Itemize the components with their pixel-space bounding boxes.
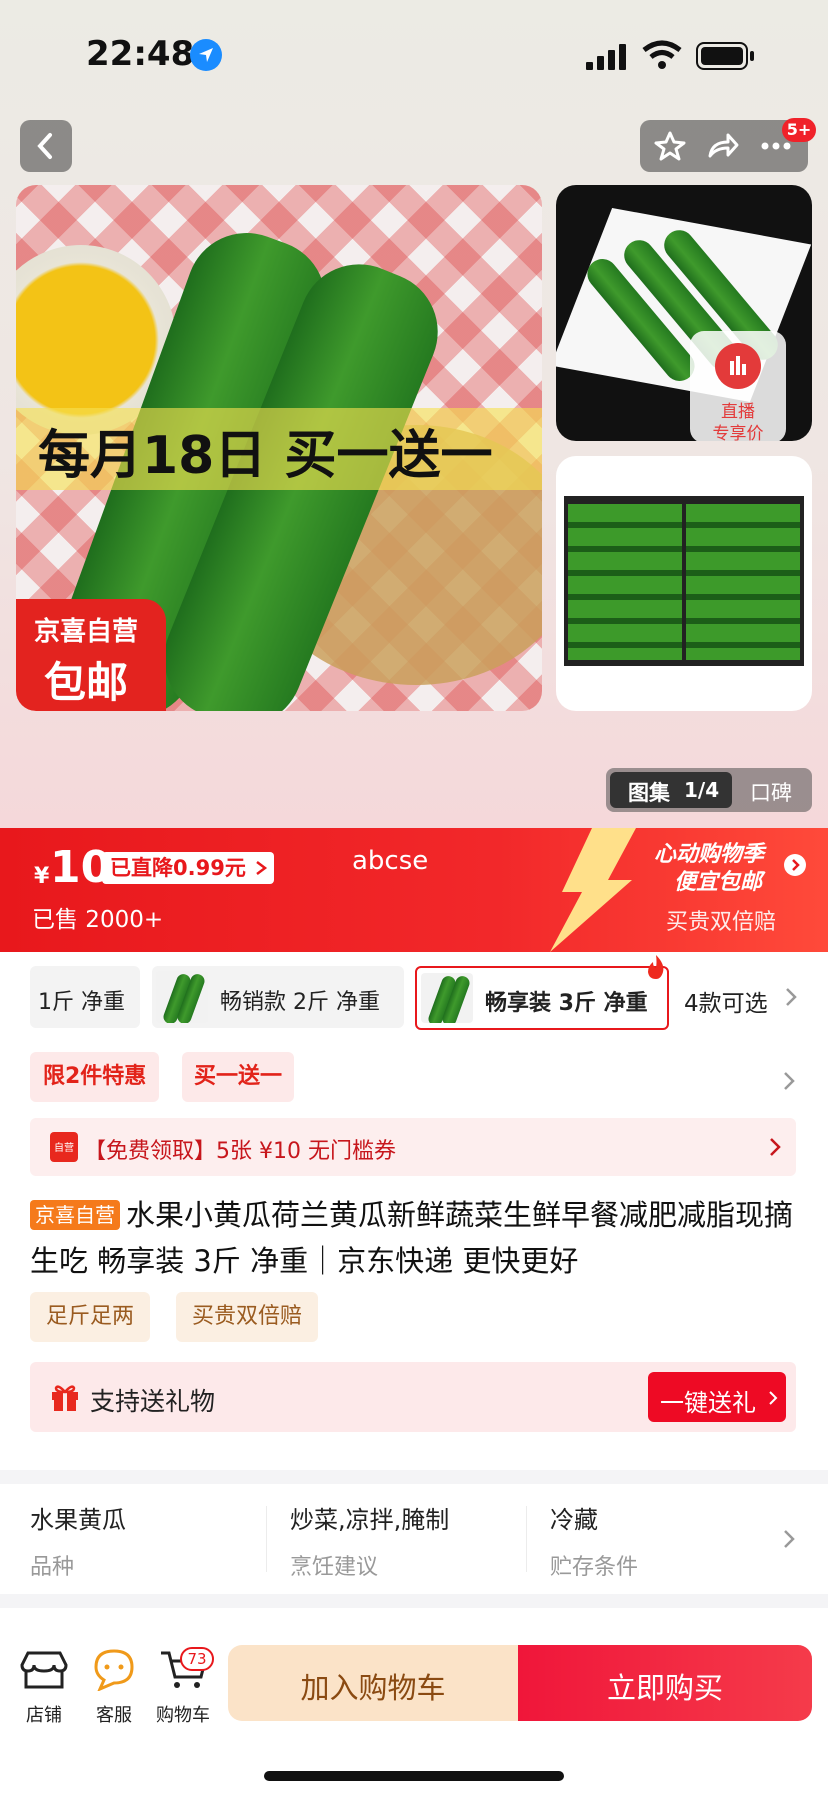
cart-label: 购物车 [156,1705,210,1726]
chevron-left-icon [37,133,52,159]
variant-thumb [421,973,473,1023]
store-label: 店铺 [26,1705,62,1726]
corner-tag-line2: 包邮 [44,658,129,707]
location-arrow-icon [190,39,222,71]
spec-item[interactable]: 冷藏 贮存条件 [550,1500,750,1580]
chevron-circle-icon [784,854,806,876]
share-icon[interactable] [706,130,740,162]
chevron-right-icon[interactable] [782,1070,796,1092]
spec-key: 烹饪建议 [290,1555,379,1580]
sold-count: 已售 2000+ [32,907,164,933]
customer-service-icon [94,1649,134,1692]
variant-chip[interactable]: 畅销款 2斤 净重 [152,966,404,1028]
reviews-tab[interactable]: 口碑 [750,777,792,807]
add-to-cart-label: 加入购物车 [300,1671,446,1705]
promo-tag-limited[interactable]: 限2件特惠 [30,1052,160,1102]
status-time: 22:48 [86,34,195,74]
coupon-row[interactable]: 自营 【免费领取】5张 ¥10 无门槛券 [30,1118,796,1176]
corner-tag-line1: 京喜自营 [34,617,139,647]
buy-now-label: 立即购买 [606,1671,723,1705]
service-label: 客服 [96,1705,132,1726]
variant-chip-selected[interactable]: 畅享装 3斤 净重 [415,955,669,1030]
chevron-right-icon[interactable] [782,1528,796,1550]
spec-value: 炒菜,凉拌,腌制 [290,1506,450,1534]
section-divider [0,1594,828,1608]
spec-value: 冷藏 [550,1506,598,1534]
guarantee-tag[interactable]: 买贵双倍赔 [176,1292,319,1342]
store-icon [20,1651,68,1689]
star-icon[interactable] [654,130,686,162]
cart-count-badge: 73 [180,1647,214,1671]
chevron-right-icon [769,1391,778,1405]
tray-divider [682,496,686,666]
thumbnail-2[interactable] [556,456,812,711]
gallery-tab[interactable]: 图集 1/4 [610,772,732,808]
variant-label: 1斤 净重 [38,990,125,1015]
product-title-text: 水果小黄瓜荷兰黄瓜新鲜蔬菜生鲜早餐减肥减脂现摘生吃 畅享装 3斤 净重｜京东快递… [30,1198,794,1278]
home-indicator [264,1771,564,1781]
corner-tag: 京喜自营 包邮 [16,599,166,711]
back-button[interactable] [20,120,72,172]
chevron-right-icon [786,988,797,1006]
guarantee-tag[interactable]: 足斤足两 [30,1292,151,1342]
signal-icon [586,44,628,70]
promo-tag-bogo[interactable]: 买一送一 [182,1052,295,1102]
promo-subtitle: 便宜包邮 [674,870,763,895]
live-badge[interactable]: 直播 专享价 [690,331,786,441]
variants-more-link[interactable]: 4款可选 [684,984,768,1018]
coupon-text: 【免费领取】5张 ¥10 无门槛券 [84,1139,396,1164]
spec-value: 水果黄瓜 [30,1506,126,1534]
variant-label: 畅销款 2斤 净重 [220,990,380,1015]
live-sublabel: 专享价 [712,424,764,441]
live-icon [715,343,761,389]
price-drop-tag[interactable]: 已直降0.99元 [102,852,274,884]
spec-divider [266,1506,267,1572]
spec-key: 贮存条件 [550,1555,639,1580]
gift-label: 支持送礼物 [90,1387,216,1416]
battery-icon [696,42,756,70]
variant-label: 畅享装 3斤 净重 [485,991,648,1016]
send-gift-button[interactable]: 一键送礼 [648,1372,786,1422]
gift-row: 支持送礼物 一键送礼 [30,1362,796,1432]
chevron-right-icon [256,861,267,875]
gallery-count: 1/4 [684,778,720,802]
add-to-cart-button[interactable]: 加入购物车 [228,1645,518,1721]
currency-symbol: ¥ [34,864,50,889]
price-drop-text: 已直降0.99元 [110,856,246,880]
send-gift-label: 一键送礼 [660,1389,756,1417]
notification-badge: 5+ [782,118,816,142]
main-product-image[interactable]: 每月18日 买一送一 京喜自营 包邮 [16,185,542,711]
promo-guarantee: 买贵双倍赔 [666,910,777,935]
section-divider [0,1470,828,1484]
wifi-icon [642,40,682,70]
store-button[interactable]: 店铺 [16,1647,72,1729]
spec-item[interactable]: 炒菜,凉拌,腌制 烹饪建议 [290,1500,520,1580]
chevron-right-icon [770,1138,781,1156]
spec-key: 品种 [30,1555,75,1580]
variant-chip[interactable]: 1斤 净重 [30,966,140,1028]
coupon-icon: 自营 [50,1132,78,1162]
self-operated-badge: 京喜自营 [30,1200,120,1230]
bottom-action-bar: 店铺 客服 购物车 73 加入购物车 立即购买 [0,1627,828,1795]
variant-thumb [156,971,208,1023]
banner-text: 每月18日 买一送一 [38,426,493,486]
gift-icon [52,1385,78,1411]
spec-item[interactable]: 水果黄瓜 品种 [30,1500,260,1580]
price-band: ¥ 10 已直降0.99元 已售 2000+ abcse 心动购物季 便宜包邮 … [0,828,828,952]
gallery-label: 图集 [628,781,670,805]
product-title: 京喜自营 水果小黄瓜荷兰黄瓜新鲜蔬菜生鲜早餐减肥减脂现摘生吃 畅享装 3斤 净重｜… [30,1192,796,1284]
thumbnail-1[interactable]: 直播 专享价 [556,185,812,441]
gallery-switch: 图集 1/4 口碑 [606,768,812,812]
buy-now-button[interactable]: 立即购买 [518,1645,812,1721]
promo-panel[interactable]: 心动购物季 便宜包邮 买贵双倍赔 [640,836,820,946]
service-button[interactable]: 客服 [86,1647,142,1729]
watermark-text: abcse [352,846,429,876]
spec-divider [526,1506,527,1572]
lightning-icon [550,828,636,952]
flame-icon [648,955,664,979]
